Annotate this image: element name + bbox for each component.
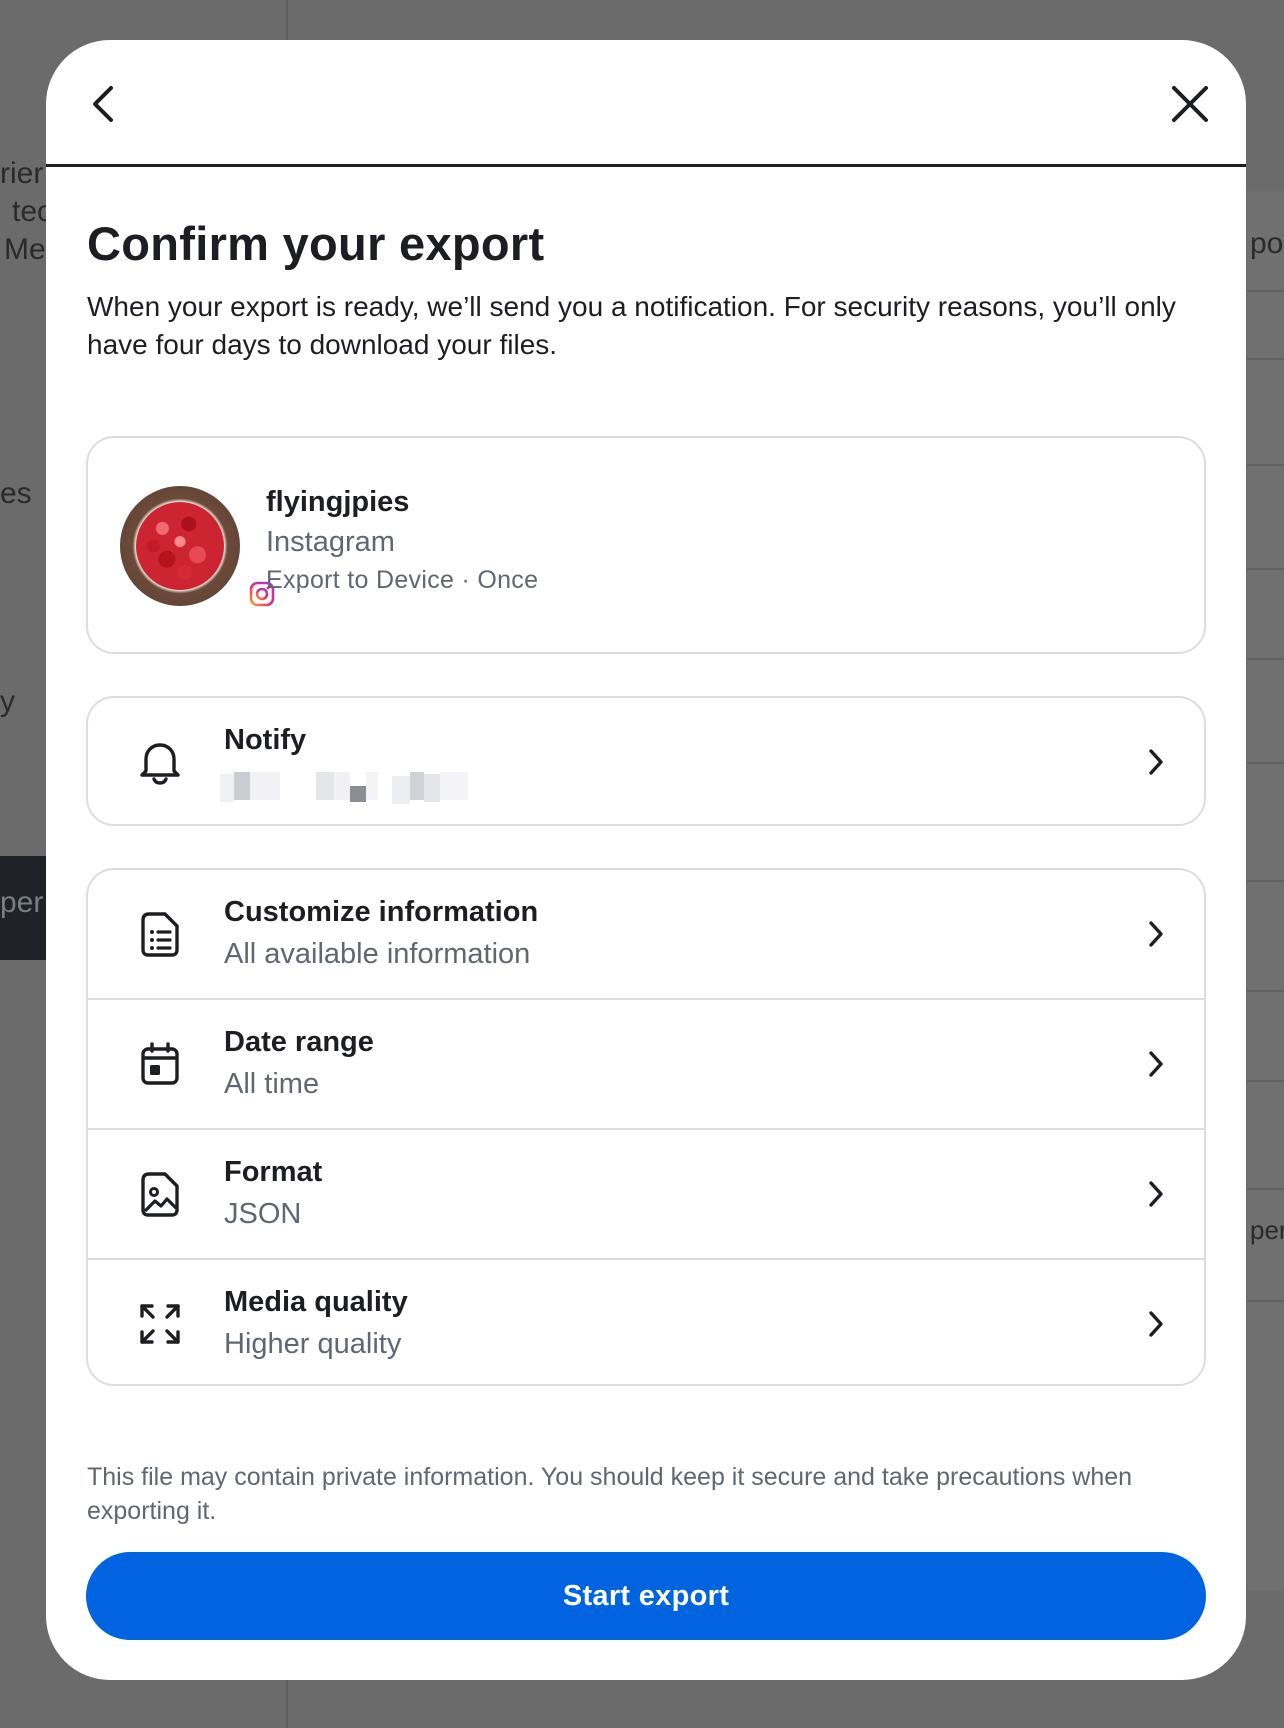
notify-card: Notify xyxy=(86,696,1206,826)
media-quality-row[interactable]: Media quality Higher quality xyxy=(88,1260,1204,1388)
row-value: Higher quality xyxy=(224,1328,402,1360)
background-line xyxy=(1247,990,1284,992)
customize-information-row[interactable]: Customize information All available info… xyxy=(88,870,1204,998)
background-text: Me xyxy=(4,233,46,266)
background-line xyxy=(1247,880,1284,882)
notify-label: Notify xyxy=(224,724,307,756)
expand-icon xyxy=(136,1300,184,1348)
row-title: Format xyxy=(224,1156,323,1188)
background-line xyxy=(1247,762,1284,764)
chevron-right-icon xyxy=(1138,1176,1174,1212)
chevron-right-icon xyxy=(1138,744,1174,780)
background-line xyxy=(1247,290,1284,292)
background-dark-block: per xyxy=(0,856,46,960)
avatar-image xyxy=(136,502,224,590)
background-text: po xyxy=(1250,227,1284,260)
background-line xyxy=(1247,464,1284,466)
chevron-right-icon xyxy=(1138,1046,1174,1082)
chevron-right-icon xyxy=(1138,1306,1174,1342)
date-range-row[interactable]: Date range All time xyxy=(88,1000,1204,1128)
privacy-disclaimer: This file may contain private informatio… xyxy=(87,1463,1133,1525)
row-title: Date range xyxy=(224,1026,374,1058)
row-title: Media quality xyxy=(224,1286,408,1318)
account-username: flyingjpies xyxy=(266,486,410,518)
chevron-left-icon xyxy=(93,86,113,122)
export-settings-card: Customize information All available info… xyxy=(86,868,1206,1386)
dialog-title: Confirm your export xyxy=(87,217,545,270)
account-platform: Instagram xyxy=(266,526,395,558)
row-title: Customize information xyxy=(224,896,539,928)
bell-icon xyxy=(136,738,184,786)
background-line xyxy=(1247,1188,1284,1190)
notify-row[interactable]: Notify xyxy=(88,698,1204,826)
back-button[interactable] xyxy=(74,74,134,134)
background-line xyxy=(1247,568,1284,570)
redacted-contact xyxy=(220,772,490,804)
image-file-icon xyxy=(136,1170,184,1218)
close-icon xyxy=(1172,86,1208,122)
row-value: JSON xyxy=(224,1198,302,1230)
background-text: per xyxy=(1250,1215,1284,1245)
document-list-icon xyxy=(136,910,184,958)
dialog-header xyxy=(46,40,1246,167)
background-text: rier xyxy=(0,157,44,190)
background-line xyxy=(1247,358,1284,360)
avatar xyxy=(120,486,240,606)
calendar-icon xyxy=(136,1040,184,1088)
account-card: flyingjpies Instagram Export to Device ·… xyxy=(86,436,1206,654)
background-line xyxy=(1247,658,1284,660)
background-text: per xyxy=(0,886,44,919)
row-value: All time xyxy=(224,1068,320,1100)
background-text: es xyxy=(0,477,32,510)
format-row[interactable]: Format JSON xyxy=(88,1130,1204,1258)
dialog-description: When your export is ready, we’ll send yo… xyxy=(87,291,1176,360)
row-value: All available information xyxy=(224,938,531,970)
background-text: y xyxy=(0,685,15,718)
export-confirm-dialog: Confirm your export When your export is … xyxy=(46,40,1246,1680)
background-line xyxy=(1247,1300,1284,1302)
chevron-right-icon xyxy=(1138,916,1174,952)
background-line xyxy=(1247,1080,1284,1082)
close-button[interactable] xyxy=(1160,74,1220,134)
background-right-column xyxy=(1247,190,1284,1590)
header-divider xyxy=(46,164,1246,167)
start-export-button[interactable]: Start export xyxy=(86,1552,1206,1640)
export-destination: Export to Device · Once xyxy=(266,566,539,594)
